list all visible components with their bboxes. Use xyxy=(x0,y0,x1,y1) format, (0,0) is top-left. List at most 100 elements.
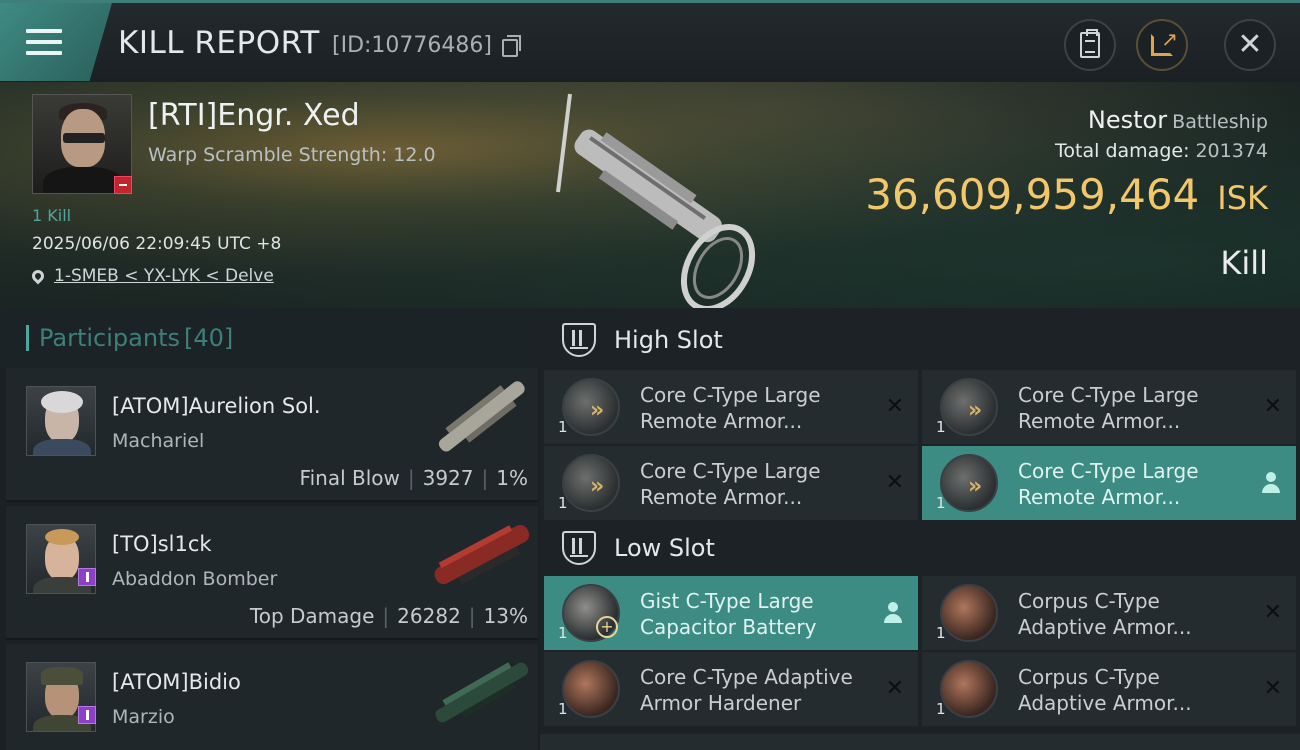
avatar[interactable] xyxy=(26,386,96,456)
module-item[interactable]: » 1 Core C-Type Large Remote Armor... ✕ xyxy=(922,370,1296,444)
share-icon: ↗ xyxy=(1151,29,1178,56)
adaptive-armor-icon xyxy=(940,660,998,718)
module-quantity: 1 xyxy=(936,418,946,436)
low-slot-header: Low Slot xyxy=(540,518,1300,578)
victim-ship: Nestor Battleship xyxy=(1088,106,1268,134)
person-icon xyxy=(1262,472,1280,494)
module-item[interactable]: » 1 Core C-Type Large Remote Armor... xyxy=(922,446,1296,520)
ship-name: Nestor xyxy=(1087,106,1168,134)
copy-icon[interactable] xyxy=(502,35,521,57)
module-item[interactable]: 1 Core C-Type Adaptive Armor Hardener ✕ xyxy=(544,652,918,726)
kill-location[interactable]: 1-SMEB < YX-LYK < Delve xyxy=(29,266,274,286)
module-item[interactable]: + 1 Gist C-Type Large Capacitor Battery xyxy=(544,576,918,650)
victim-banner: [RTI]Engr. Xed Warp Scramble Strength: 1… xyxy=(0,82,1300,308)
total-damage: Total damage: 201374 xyxy=(1055,140,1268,162)
person-icon xyxy=(884,602,902,624)
isk-value-row: 36,609,959,464 ISK xyxy=(865,170,1268,219)
module-name: Core C-Type Large Remote Armor... xyxy=(640,382,880,434)
participant-role: Final Blow xyxy=(299,466,400,490)
isk-unit: ISK xyxy=(1217,179,1268,217)
participant-ship: Machariel xyxy=(112,430,205,452)
participants-count: [40] xyxy=(183,324,234,352)
result-label: Kill xyxy=(1220,244,1268,282)
victim-ship-image xyxy=(556,93,756,308)
module-name: Corpus C-Type Adaptive Armor... xyxy=(1018,588,1258,640)
high-slot-title: High Slot xyxy=(614,326,723,354)
participant-ship-image xyxy=(435,662,529,723)
fitting-panel: High Slot » 1 Core C-Type Large Remote Ar… xyxy=(540,308,1300,750)
module-name-line1: Corpus C-Type xyxy=(1018,589,1160,613)
module-name-line1: Core C-Type Large xyxy=(640,459,821,483)
participants-panel: Participants [40] [ATOM]Aurelion Sol. Ma… xyxy=(0,308,540,750)
isk-value: 36,609,959,464 xyxy=(865,170,1200,219)
close-button[interactable]: ✕ xyxy=(1224,19,1276,71)
participant-stats: Top Damage | 26282 | 13% xyxy=(249,604,528,628)
destroyed-icon: ✕ xyxy=(1263,600,1282,625)
location-pin-icon xyxy=(29,267,47,285)
module-quantity: 1 xyxy=(936,494,946,512)
module-name-line2: Capacitor Battery xyxy=(640,615,817,639)
participant-ship: Abaddon Bomber xyxy=(112,568,278,590)
module-quantity: 1 xyxy=(936,624,946,642)
corp-badge-icon xyxy=(78,706,96,724)
module-quantity: 1 xyxy=(558,700,568,718)
high-slot-header: High Slot xyxy=(540,310,1300,370)
close-icon: ✕ xyxy=(1237,27,1263,62)
module-name: Corpus C-Type Adaptive Armor... xyxy=(1018,664,1258,716)
clipboard-icon xyxy=(1080,29,1100,58)
share-button[interactable]: ↗ xyxy=(1136,19,1188,71)
module-item[interactable]: » 1 Core C-Type Large Remote Armor... ✕ xyxy=(544,370,918,444)
module-name-line1: Core C-Type Adaptive xyxy=(640,665,853,689)
participant-row[interactable]: [ATOM]Aurelion Sol. Machariel Final Blow… xyxy=(6,368,538,502)
participant-name[interactable]: [ATOM]Aurelion Sol. xyxy=(112,394,321,418)
clipboard-button[interactable] xyxy=(1064,19,1116,71)
module-list-continuation xyxy=(540,734,1300,750)
module-name-line2: Remote Armor... xyxy=(1018,485,1181,509)
participants-header: Participants [40] xyxy=(0,308,540,368)
module-name: Core C-Type Adaptive Armor Hardener xyxy=(640,664,880,716)
module-quantity: 1 xyxy=(558,418,568,436)
participant-damage: 3927 xyxy=(422,466,474,490)
corp-badge-icon xyxy=(114,176,132,194)
module-name-line1: Corpus C-Type xyxy=(1018,665,1160,689)
remote-armor-repairer-icon: » xyxy=(940,378,998,436)
participant-ship-image xyxy=(434,524,530,585)
participant-name[interactable]: [TO]sl1ck xyxy=(112,532,212,556)
module-name-line2: Adaptive Armor... xyxy=(1018,691,1192,715)
low-slot-icon xyxy=(562,531,596,565)
total-damage-label: Total damage: xyxy=(1055,140,1190,162)
kill-count: 1 Kill xyxy=(32,206,72,225)
module-name: Gist C-Type Large Capacitor Battery xyxy=(640,588,880,640)
participant-percent: 13% xyxy=(483,604,528,628)
module-item[interactable]: 1 Corpus C-Type Adaptive Armor... ✕ xyxy=(922,576,1296,650)
menu-button[interactable] xyxy=(0,3,112,81)
destroyed-icon: ✕ xyxy=(1263,394,1282,419)
module-name-line1: Core C-Type Large xyxy=(640,383,821,407)
participant-name[interactable]: [ATOM]Bidio xyxy=(112,670,241,694)
destroyed-icon: ✕ xyxy=(885,470,904,495)
corp-badge-icon xyxy=(78,568,96,586)
kill-datetime: 2025/06/06 22:09:45 UTC +8 xyxy=(32,234,282,254)
location-link[interactable]: 1-SMEB < YX-LYK < Delve xyxy=(54,266,274,286)
module-name-line2: Armor Hardener xyxy=(640,691,802,715)
participant-row[interactable]: [ATOM]Bidio Marzio xyxy=(6,644,538,750)
victim-name[interactable]: [RTI]Engr. Xed xyxy=(148,98,360,133)
module-name-line1: Gist C-Type Large xyxy=(640,589,814,613)
module-item[interactable]: » 1 Core C-Type Large Remote Armor... ✕ xyxy=(544,446,918,520)
module-name-line1: Core C-Type Large xyxy=(1018,383,1199,407)
participant-ship: Marzio xyxy=(112,706,175,728)
remote-armor-repairer-icon: » xyxy=(940,454,998,512)
remote-armor-repairer-icon: » xyxy=(562,378,620,436)
module-quantity: 1 xyxy=(558,624,568,642)
remote-armor-repairer-icon: » xyxy=(562,454,620,512)
participant-damage: 26282 xyxy=(397,604,461,628)
module-item[interactable]: 1 Corpus C-Type Adaptive Armor... ✕ xyxy=(922,652,1296,726)
capacitor-battery-icon: + xyxy=(562,584,620,642)
module-quantity: 1 xyxy=(558,494,568,512)
destroyed-icon: ✕ xyxy=(1263,676,1282,701)
module-quantity: 1 xyxy=(936,700,946,718)
participant-row[interactable]: [TO]sl1ck Abaddon Bomber Top Damage | 2628… xyxy=(6,506,538,640)
ship-class: Battleship xyxy=(1172,111,1268,133)
report-id: [ID:10776486] xyxy=(332,33,492,58)
destroyed-icon: ✕ xyxy=(885,676,904,701)
